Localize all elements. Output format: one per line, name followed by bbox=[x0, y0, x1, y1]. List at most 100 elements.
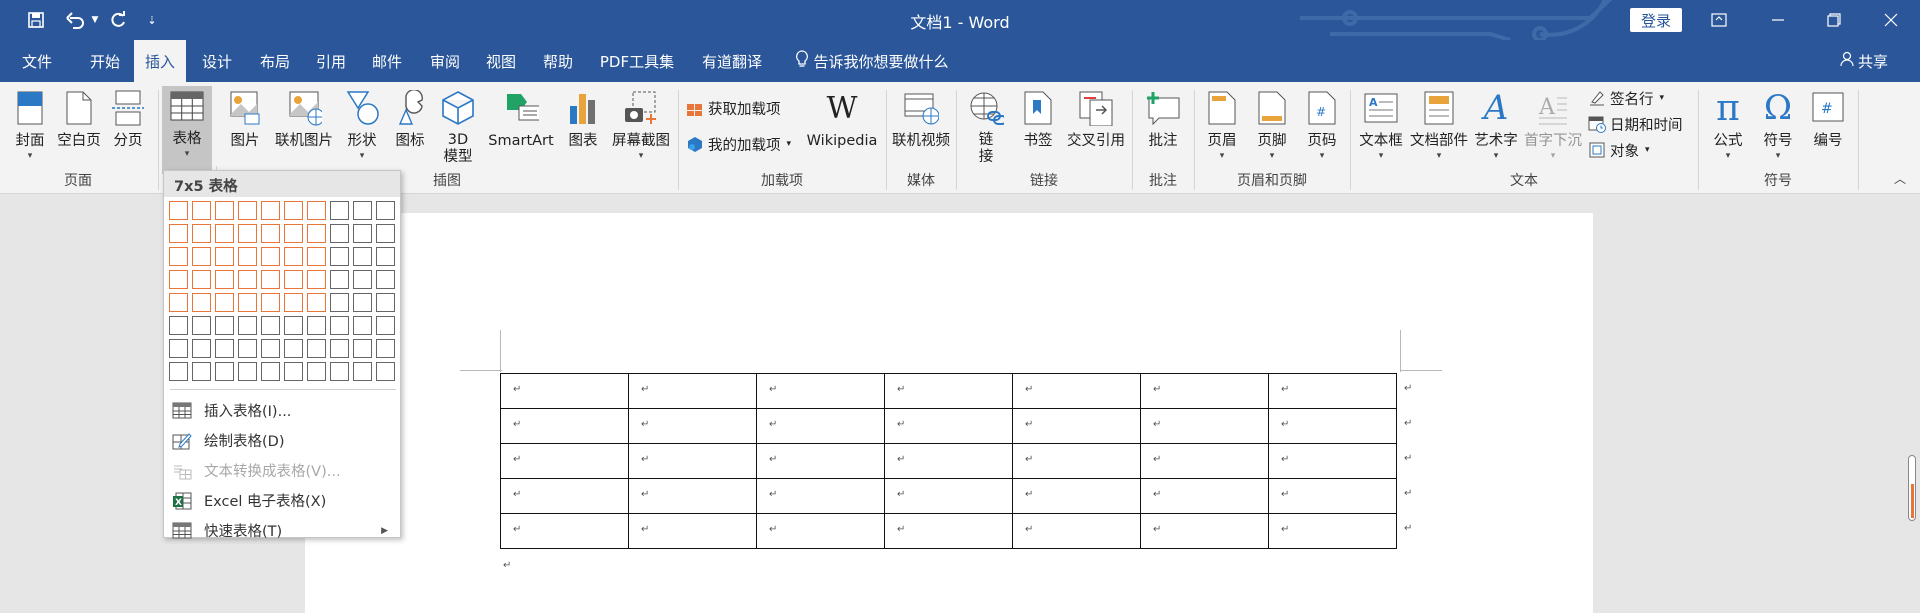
table-grid-cell[interactable] bbox=[284, 201, 303, 220]
table-grid-cell[interactable] bbox=[307, 201, 326, 220]
table-grid-cell[interactable] bbox=[330, 316, 349, 335]
table-grid-cell[interactable] bbox=[215, 201, 234, 220]
share-button[interactable]: 共享 bbox=[1840, 40, 1888, 82]
tab-pdf-tools[interactable]: PDF工具集 bbox=[596, 40, 678, 82]
table-cell[interactable]: ↵ bbox=[1140, 478, 1269, 514]
table-cell[interactable]: ↵ bbox=[756, 478, 885, 514]
table-grid-cell[interactable] bbox=[261, 339, 280, 358]
table-cell[interactable]: ↵ bbox=[1012, 513, 1141, 549]
table-grid-cell[interactable] bbox=[353, 224, 372, 243]
minimize-icon[interactable] bbox=[1755, 0, 1801, 40]
menu-insert-table[interactable]: 插入表格(I)... bbox=[168, 397, 398, 424]
table-cell[interactable]: ↵ bbox=[756, 408, 885, 444]
table-grid-cell[interactable] bbox=[353, 293, 372, 312]
table-grid-cell[interactable] bbox=[376, 316, 395, 335]
table-grid-cell[interactable] bbox=[215, 247, 234, 266]
tab-review[interactable]: 审阅 bbox=[420, 40, 470, 82]
table-grid-cell[interactable] bbox=[238, 224, 257, 243]
table-cell[interactable]: ↵ bbox=[1012, 443, 1141, 479]
table-grid-cell[interactable] bbox=[284, 293, 303, 312]
table-cell[interactable]: ↵ bbox=[500, 513, 629, 549]
date-time-button[interactable]: 日期和时间 bbox=[1588, 112, 1683, 136]
table-cell[interactable]: ↵ bbox=[1268, 408, 1397, 444]
table-grid-cell[interactable] bbox=[376, 201, 395, 220]
table-grid-cell[interactable] bbox=[261, 270, 280, 289]
table-grid-cell[interactable] bbox=[169, 201, 188, 220]
table-grid-cell[interactable] bbox=[376, 339, 395, 358]
table-grid-cell[interactable] bbox=[330, 362, 349, 381]
menu-quick-tables[interactable]: 快速表格(T) ▶ bbox=[168, 517, 398, 544]
table-cell[interactable]: ↵ bbox=[884, 513, 1013, 549]
table-grid-cell[interactable] bbox=[284, 339, 303, 358]
table-grid-cell[interactable] bbox=[169, 362, 188, 381]
table-grid-cell[interactable] bbox=[261, 224, 280, 243]
menu-draw-table[interactable]: 绘制表格(D) bbox=[168, 427, 398, 454]
table-grid-cell[interactable] bbox=[330, 270, 349, 289]
table-grid-cell[interactable] bbox=[192, 339, 211, 358]
table-grid-cell[interactable] bbox=[307, 316, 326, 335]
table-size-grid[interactable] bbox=[169, 201, 395, 381]
table-grid-cell[interactable] bbox=[215, 362, 234, 381]
table-cell[interactable]: ↵ bbox=[628, 478, 757, 514]
table-grid-cell[interactable] bbox=[307, 270, 326, 289]
table-cell[interactable]: ↵ bbox=[1140, 373, 1269, 409]
table-grid-cell[interactable] bbox=[307, 362, 326, 381]
collapse-ribbon-icon[interactable]: ︿ bbox=[1894, 170, 1906, 187]
table-grid-cell[interactable] bbox=[192, 316, 211, 335]
table-grid-cell[interactable] bbox=[192, 247, 211, 266]
table-grid-cell[interactable] bbox=[169, 270, 188, 289]
tab-home[interactable]: 开始 bbox=[80, 40, 130, 82]
table-grid-cell[interactable] bbox=[284, 247, 303, 266]
table-grid-cell[interactable] bbox=[376, 224, 395, 243]
table-cell[interactable]: ↵ bbox=[628, 408, 757, 444]
table-cell[interactable]: ↵ bbox=[500, 443, 629, 479]
table-grid-cell[interactable] bbox=[353, 339, 372, 358]
table-grid-cell[interactable] bbox=[238, 316, 257, 335]
table-grid-cell[interactable] bbox=[238, 247, 257, 266]
table-grid-cell[interactable] bbox=[215, 339, 234, 358]
table-grid-cell[interactable] bbox=[284, 270, 303, 289]
table-cell[interactable]: ↵ bbox=[884, 408, 1013, 444]
menu-excel-spreadsheet[interactable]: X Excel 电子表格(X) bbox=[168, 487, 398, 514]
table-grid-cell[interactable] bbox=[353, 270, 372, 289]
object-button[interactable]: 对象 ▾ bbox=[1588, 138, 1650, 162]
table-grid-cell[interactable] bbox=[192, 201, 211, 220]
table-cell[interactable]: ↵ bbox=[1268, 443, 1397, 479]
login-button[interactable]: 登录 bbox=[1630, 8, 1682, 32]
table-grid-cell[interactable] bbox=[261, 201, 280, 220]
table-cell[interactable]: ↵ bbox=[1012, 408, 1141, 444]
table-cell[interactable]: ↵ bbox=[1268, 513, 1397, 549]
table-grid-cell[interactable] bbox=[238, 362, 257, 381]
table-cell[interactable]: ↵ bbox=[756, 373, 885, 409]
table-grid-cell[interactable] bbox=[261, 247, 280, 266]
table-grid-cell[interactable] bbox=[284, 224, 303, 243]
table-grid-cell[interactable] bbox=[376, 270, 395, 289]
table-grid-cell[interactable] bbox=[238, 339, 257, 358]
table-grid-cell[interactable] bbox=[284, 316, 303, 335]
table-grid-cell[interactable] bbox=[261, 316, 280, 335]
table-cell[interactable]: ↵ bbox=[500, 408, 629, 444]
table-grid-cell[interactable] bbox=[330, 201, 349, 220]
table-grid-cell[interactable] bbox=[169, 247, 188, 266]
table-grid-cell[interactable] bbox=[307, 293, 326, 312]
tab-file[interactable]: 文件 bbox=[12, 40, 62, 82]
table-grid-cell[interactable] bbox=[330, 339, 349, 358]
tab-references[interactable]: 引用 bbox=[306, 40, 356, 82]
table-grid-cell[interactable] bbox=[215, 293, 234, 312]
table-grid-cell[interactable] bbox=[192, 362, 211, 381]
close-icon[interactable] bbox=[1868, 0, 1914, 40]
table-cell[interactable]: ↵ bbox=[1268, 478, 1397, 514]
table-cell[interactable]: ↵ bbox=[500, 373, 629, 409]
table-grid-cell[interactable] bbox=[353, 316, 372, 335]
table-grid-cell[interactable] bbox=[284, 362, 303, 381]
table-grid-cell[interactable] bbox=[238, 293, 257, 312]
ribbon-display-options-icon[interactable] bbox=[1696, 0, 1742, 40]
table-grid-cell[interactable] bbox=[169, 224, 188, 243]
scroll-thumb[interactable] bbox=[1911, 484, 1914, 518]
table-grid-cell[interactable] bbox=[353, 247, 372, 266]
tab-insert[interactable]: 插入 bbox=[134, 40, 186, 82]
table-grid-cell[interactable] bbox=[261, 362, 280, 381]
table-grid-cell[interactable] bbox=[330, 224, 349, 243]
table-grid-cell[interactable] bbox=[192, 270, 211, 289]
table-cell[interactable]: ↵ bbox=[884, 478, 1013, 514]
